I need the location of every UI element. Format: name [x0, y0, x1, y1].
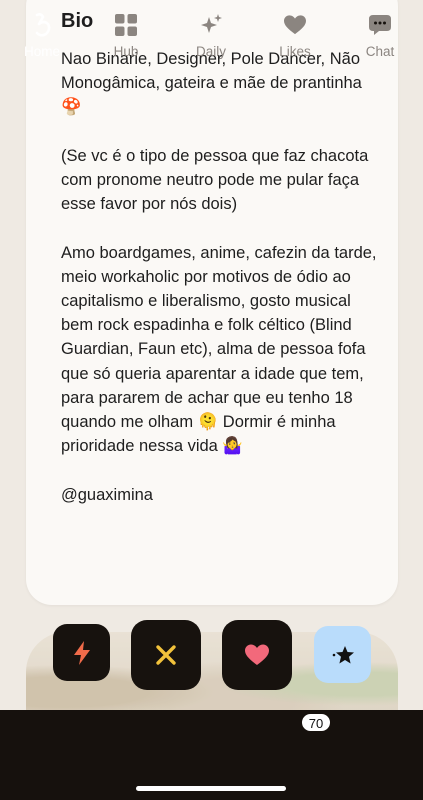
bio-text: Nao Binarie, Designer, Pole Dancer, Não …	[61, 47, 381, 507]
bio-paragraph: (Se vc é o tipo de pessoa que faz chacot…	[61, 146, 369, 214]
tab-label: Chat	[365, 44, 395, 59]
tab-home[interactable]: Home	[0, 10, 84, 59]
heart-icon	[245, 644, 269, 665]
bio-paragraph: Amo boardgames, anime, cafezin da tarde,…	[61, 243, 377, 456]
heart-icon	[284, 15, 306, 35]
tab-daily[interactable]: Daily	[169, 10, 253, 59]
like-button[interactable]	[222, 620, 292, 690]
boost-button[interactable]	[53, 624, 110, 681]
tab-label: Home	[23, 44, 60, 59]
nope-button[interactable]	[131, 620, 201, 690]
chat-bubble-icon	[369, 15, 391, 35]
lightning-icon	[73, 640, 90, 665]
x-icon	[156, 645, 176, 665]
tab-hub[interactable]: Hub	[84, 10, 168, 59]
tab-label: Daily	[195, 44, 226, 59]
sparkles-icon	[201, 14, 222, 33]
tab-label: Likes	[279, 44, 311, 59]
likes-count-badge: 70	[301, 713, 331, 732]
super-like-button[interactable]	[314, 626, 371, 683]
grid-icon	[115, 14, 137, 36]
tab-chat[interactable]: Chat	[338, 10, 422, 59]
home-indicator	[136, 786, 286, 791]
bio-handle: @guaximina	[61, 485, 153, 504]
star-sparkle-icon	[332, 645, 354, 663]
home-logo-icon	[35, 13, 51, 37]
tab-label: Hub	[113, 44, 139, 59]
tab-likes[interactable]: Likes	[253, 10, 337, 59]
